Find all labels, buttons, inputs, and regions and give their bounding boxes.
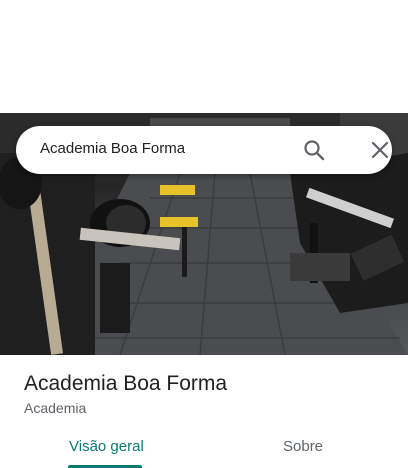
place-title: Academia Boa Forma [24,372,228,395]
close-icon[interactable] [369,139,391,161]
search-bar[interactable]: Academia Boa Forma [16,126,392,174]
place-category: Academia [24,400,87,416]
place-panel: Academia Boa Forma Academia Boa Forma Ac… [0,0,408,468]
tab-about[interactable]: Sobre [283,438,323,468]
tab-overview[interactable]: Visão geral [69,438,144,468]
search-input[interactable]: Academia Boa Forma [40,140,185,157]
search-icon[interactable] [302,138,326,162]
